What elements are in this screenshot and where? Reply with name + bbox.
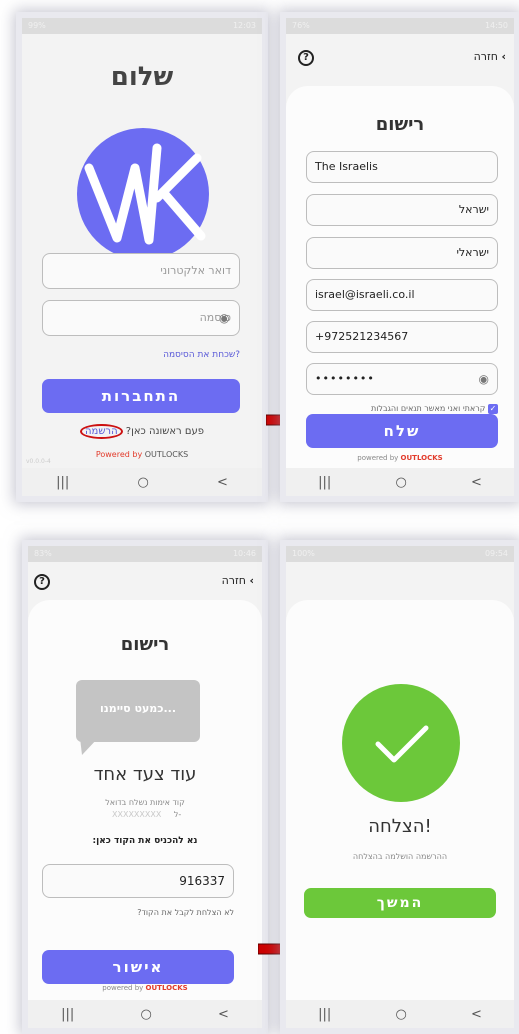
status-bar: 100% 09:54 xyxy=(286,546,514,562)
brand-name: OUTLOCKS xyxy=(400,454,443,462)
eye-icon[interactable]: ◉ xyxy=(479,364,489,394)
system-nav-bar: ||| ○ < xyxy=(286,468,514,496)
terms-checkbox[interactable]: ✓ xyxy=(488,404,498,414)
code-sent-line: קוד אימות נשלח בדואל xyxy=(105,798,185,807)
first-time-row: פעם ראשונה כאן? הרשמה xyxy=(22,424,262,439)
first-name-field[interactable]: ישראל xyxy=(306,194,498,226)
back-button[interactable]: < xyxy=(218,1007,229,1022)
terms-row: ✓ קראתי ואני מאשר תנאים והגבלות xyxy=(314,404,498,414)
confirm-button[interactable]: אישור xyxy=(42,950,234,984)
eye-icon[interactable]: ◉ xyxy=(219,301,229,335)
first-time-text: פעם ראשונה כאן? xyxy=(125,426,204,437)
home-button[interactable]: ○ xyxy=(395,475,406,490)
status-bar: 83% 10:46 xyxy=(28,546,262,562)
password-field[interactable]: סיסמה ◉ xyxy=(42,300,240,336)
send-button[interactable]: שלח xyxy=(306,414,498,448)
chevron-right-icon: › xyxy=(249,574,254,587)
page-title: רישום xyxy=(120,634,170,655)
help-icon[interactable]: ? xyxy=(298,50,314,66)
organization-field[interactable]: The Israelis xyxy=(306,151,498,183)
password-field[interactable]: •••••••• ◉ xyxy=(306,363,498,395)
brand-name: OUTLOCKS xyxy=(145,984,188,992)
back-button[interactable]: < xyxy=(471,475,482,490)
page-title: רישום xyxy=(375,114,425,135)
clock: 14:50 xyxy=(484,21,508,30)
powered-by-label: Powered by xyxy=(95,450,143,459)
clock: 10:46 xyxy=(232,549,256,558)
success-subtitle: ההרשמה הושלמה בהצלחה xyxy=(352,852,448,861)
email-field[interactable]: דואר אלקטרוני xyxy=(42,253,240,289)
back-button[interactable]: < xyxy=(217,475,228,490)
continue-button[interactable]: המשך xyxy=(304,888,496,918)
verification-screen: 83% 10:46 ? › חזרה רישום כמעט סיימנו... … xyxy=(28,546,262,1028)
password-value: •••••••• xyxy=(315,372,375,385)
wk-logo xyxy=(77,128,209,260)
powered-by: powered by OUTLOCKS xyxy=(286,454,514,462)
success-screen: 100% 09:54 הצלחה! ההרשמה הושלמה בהצלחה ה… xyxy=(286,546,514,1028)
status-bar: 99% 12:03 xyxy=(22,18,262,34)
recent-apps-button[interactable]: ||| xyxy=(318,1007,331,1022)
system-nav-bar: ||| ○ < xyxy=(22,468,262,496)
to-label: ל- xyxy=(173,810,182,819)
back-nav[interactable]: › חזרה xyxy=(222,574,254,587)
powered-by-label: powered by xyxy=(357,454,399,462)
last-name-field[interactable]: ישראלי xyxy=(306,237,498,269)
version-label: v0.0.0-4 xyxy=(26,458,51,465)
success-title: הצלחה! xyxy=(368,816,432,837)
recent-apps-button[interactable]: ||| xyxy=(61,1007,74,1022)
forgot-password-link[interactable]: שכחת את הסיסמה? xyxy=(163,350,240,360)
battery-status: 76% xyxy=(292,21,310,30)
battery-status: 83% xyxy=(34,549,52,558)
battery-status: 100% xyxy=(292,549,315,558)
email-field[interactable]: israel@israeli.co.il xyxy=(306,279,498,311)
login-button[interactable]: התחברות xyxy=(42,379,240,413)
no-code-link[interactable]: לא הצלחת לקבל את הקוד? xyxy=(137,908,234,917)
clock: 09:54 xyxy=(484,549,508,558)
terms-label[interactable]: קראתי ואני מאשר תנאים והגבלות xyxy=(371,404,485,413)
masked-email: XXXXXXXXX xyxy=(112,810,162,819)
login-screen: 99% 12:03 שלום דואר אלקטרוני סיסמה ◉ שכח… xyxy=(22,18,262,496)
phone-field[interactable]: +972521234567 xyxy=(306,321,498,353)
home-button[interactable]: ○ xyxy=(395,1007,406,1022)
clock: 12:03 xyxy=(232,21,256,30)
system-nav-bar: ||| ○ < xyxy=(286,1000,514,1028)
registration-screen: 76% 14:50 ? › חזרה רישום The Israelis יש… xyxy=(286,18,514,496)
recent-apps-button[interactable]: ||| xyxy=(56,475,69,490)
home-button[interactable]: ○ xyxy=(137,475,148,490)
battery-status: 99% xyxy=(28,21,46,30)
back-nav[interactable]: › חזרה xyxy=(474,50,506,63)
system-nav-bar: ||| ○ < xyxy=(28,1000,262,1028)
page-title: שלום xyxy=(110,62,174,92)
speech-bubble: כמעט סיימנו... xyxy=(76,680,202,756)
success-check-icon xyxy=(342,684,460,802)
code-input[interactable]: 916337 xyxy=(42,864,234,898)
help-icon[interactable]: ? xyxy=(34,574,50,590)
register-link[interactable]: הרשמה xyxy=(80,424,123,439)
home-button[interactable]: ○ xyxy=(140,1007,151,1022)
enter-code-label: נא להכניס את הקוד כאן: xyxy=(92,836,198,846)
status-bar: 76% 14:50 xyxy=(286,18,514,34)
powered-by: powered by OUTLOCKS xyxy=(28,984,262,992)
recent-apps-button[interactable]: ||| xyxy=(318,475,331,490)
step-subtitle: עוד צעד אחד xyxy=(93,764,197,785)
back-label: חזרה xyxy=(473,50,498,63)
back-label: חזרה xyxy=(221,574,246,587)
powered-by-label: powered by xyxy=(102,984,144,992)
bubble-text: כמעט סיימנו... xyxy=(99,702,177,715)
back-button[interactable]: < xyxy=(471,1007,482,1022)
chevron-right-icon: › xyxy=(501,50,506,63)
powered-by: Powered by OUTLOCKS xyxy=(22,450,262,459)
brand-name: OUTLOCKS xyxy=(144,450,189,459)
recipient-row: XXXXXXXXX ל- xyxy=(112,810,181,819)
